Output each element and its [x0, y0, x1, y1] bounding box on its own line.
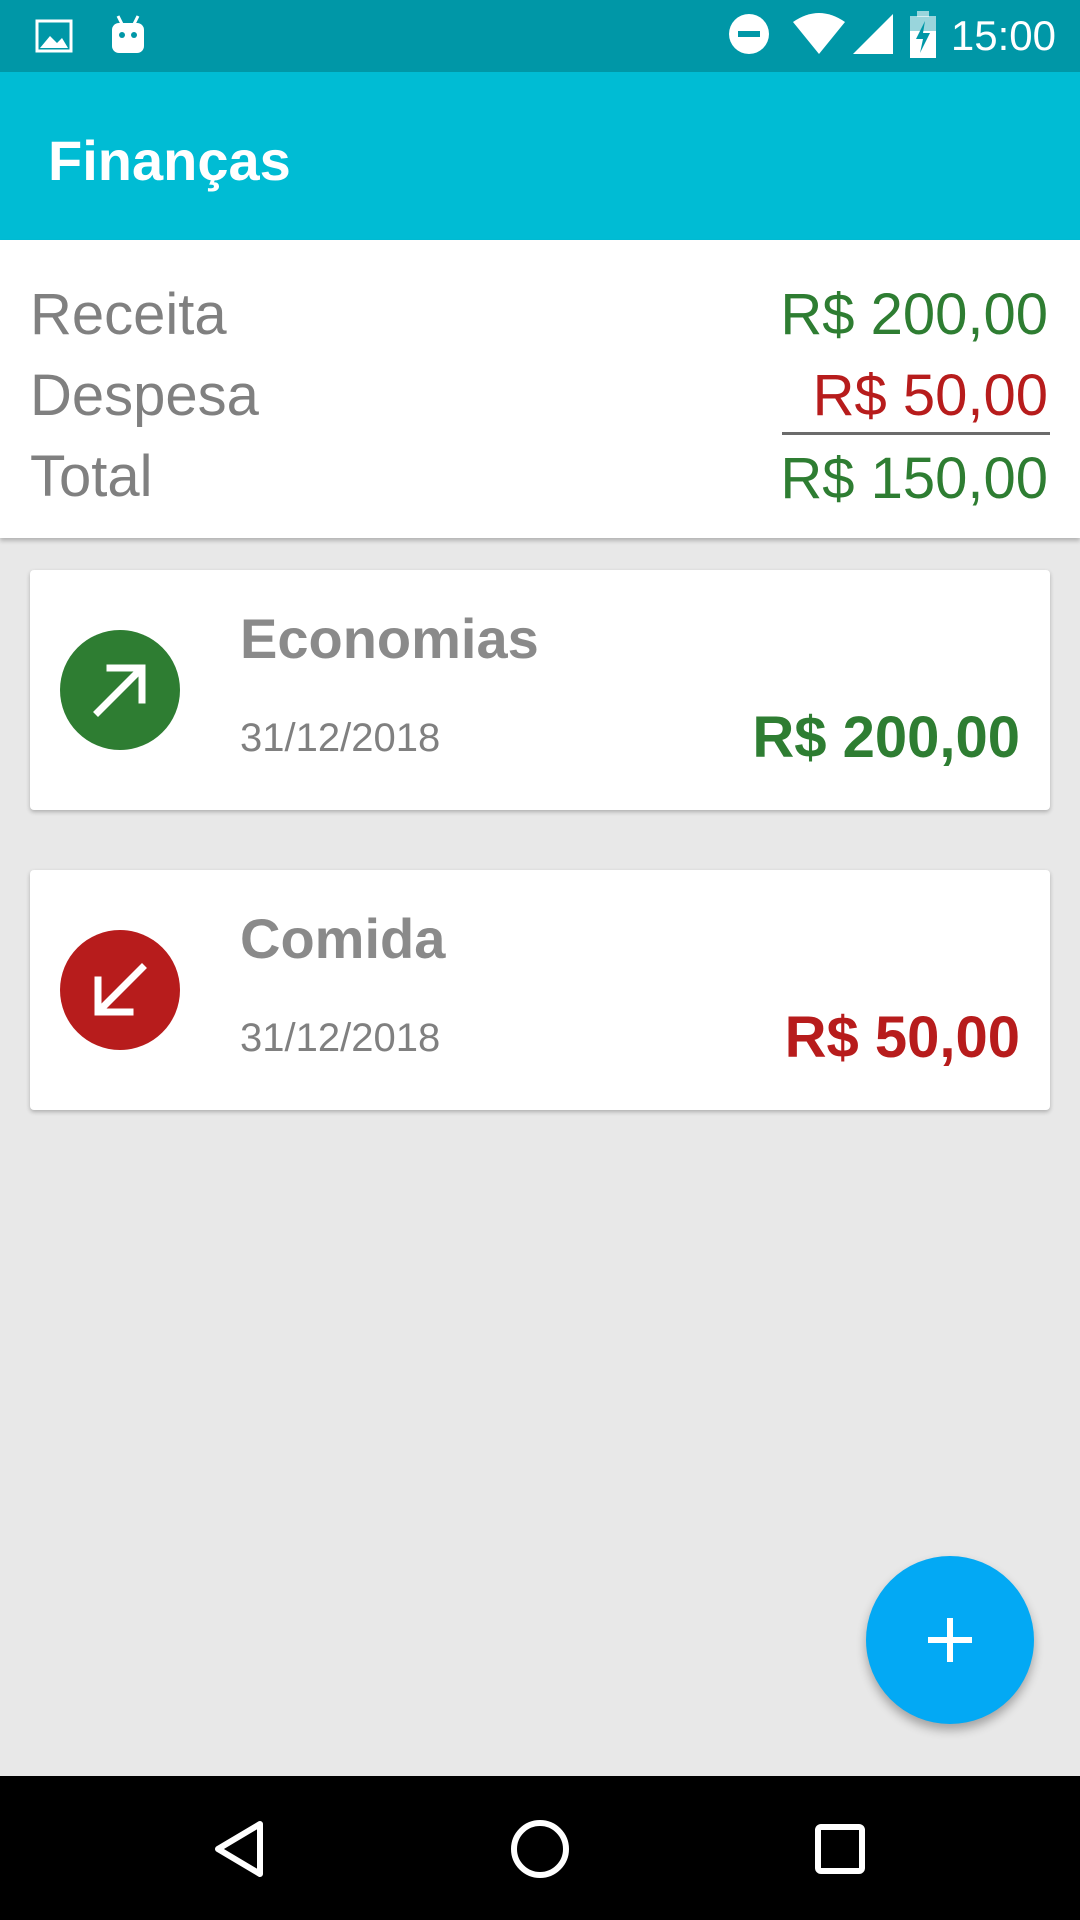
transaction-title: Economias: [240, 607, 539, 670]
add-transaction-button[interactable]: [866, 1556, 1034, 1724]
signal-icon: [851, 12, 895, 61]
total-label: Total: [30, 444, 153, 509]
arrow-up-right-icon: [60, 630, 180, 750]
total-divider: [782, 432, 1050, 435]
total-value: R$ 150,00: [780, 446, 1048, 511]
do-not-disturb-icon: [727, 12, 771, 61]
transaction-amount: R$ 50,00: [784, 1005, 1020, 1070]
status-time: 15:00: [950, 12, 1056, 59]
transaction-date: 31/12/2018: [240, 716, 441, 760]
transaction-title: Comida: [240, 907, 446, 970]
wifi-icon: [791, 12, 847, 61]
image-icon: [34, 16, 74, 61]
page-title: Finanças: [48, 129, 291, 192]
android-icon: [108, 14, 148, 63]
arrow-down-left-icon: [60, 930, 180, 1050]
transaction-amount: R$ 200,00: [752, 705, 1020, 770]
income-value: R$ 200,00: [780, 282, 1048, 347]
status-bar: 15:00: [0, 0, 1080, 72]
home-icon[interactable]: [490, 1798, 590, 1898]
back-icon[interactable]: [190, 1798, 290, 1898]
recents-icon[interactable]: [790, 1798, 890, 1898]
transaction-date: 31/12/2018: [240, 1016, 441, 1060]
income-label: Receita: [30, 282, 227, 347]
summary-panel: Receita R$ 200,00 Despesa R$ 50,00 Total…: [0, 240, 1080, 538]
transaction-card[interactable]: Economias 31/12/2018 R$ 200,00: [30, 570, 1050, 810]
app-bar: Finanças: [0, 72, 1080, 240]
battery-charging-icon: [909, 9, 937, 64]
expense-label: Despesa: [30, 363, 259, 428]
expense-value: R$ 50,00: [812, 363, 1048, 428]
transaction-card[interactable]: Comida 31/12/2018 R$ 50,00: [30, 870, 1050, 1110]
navigation-bar: [0, 1776, 1080, 1920]
plus-icon: [928, 1618, 972, 1662]
